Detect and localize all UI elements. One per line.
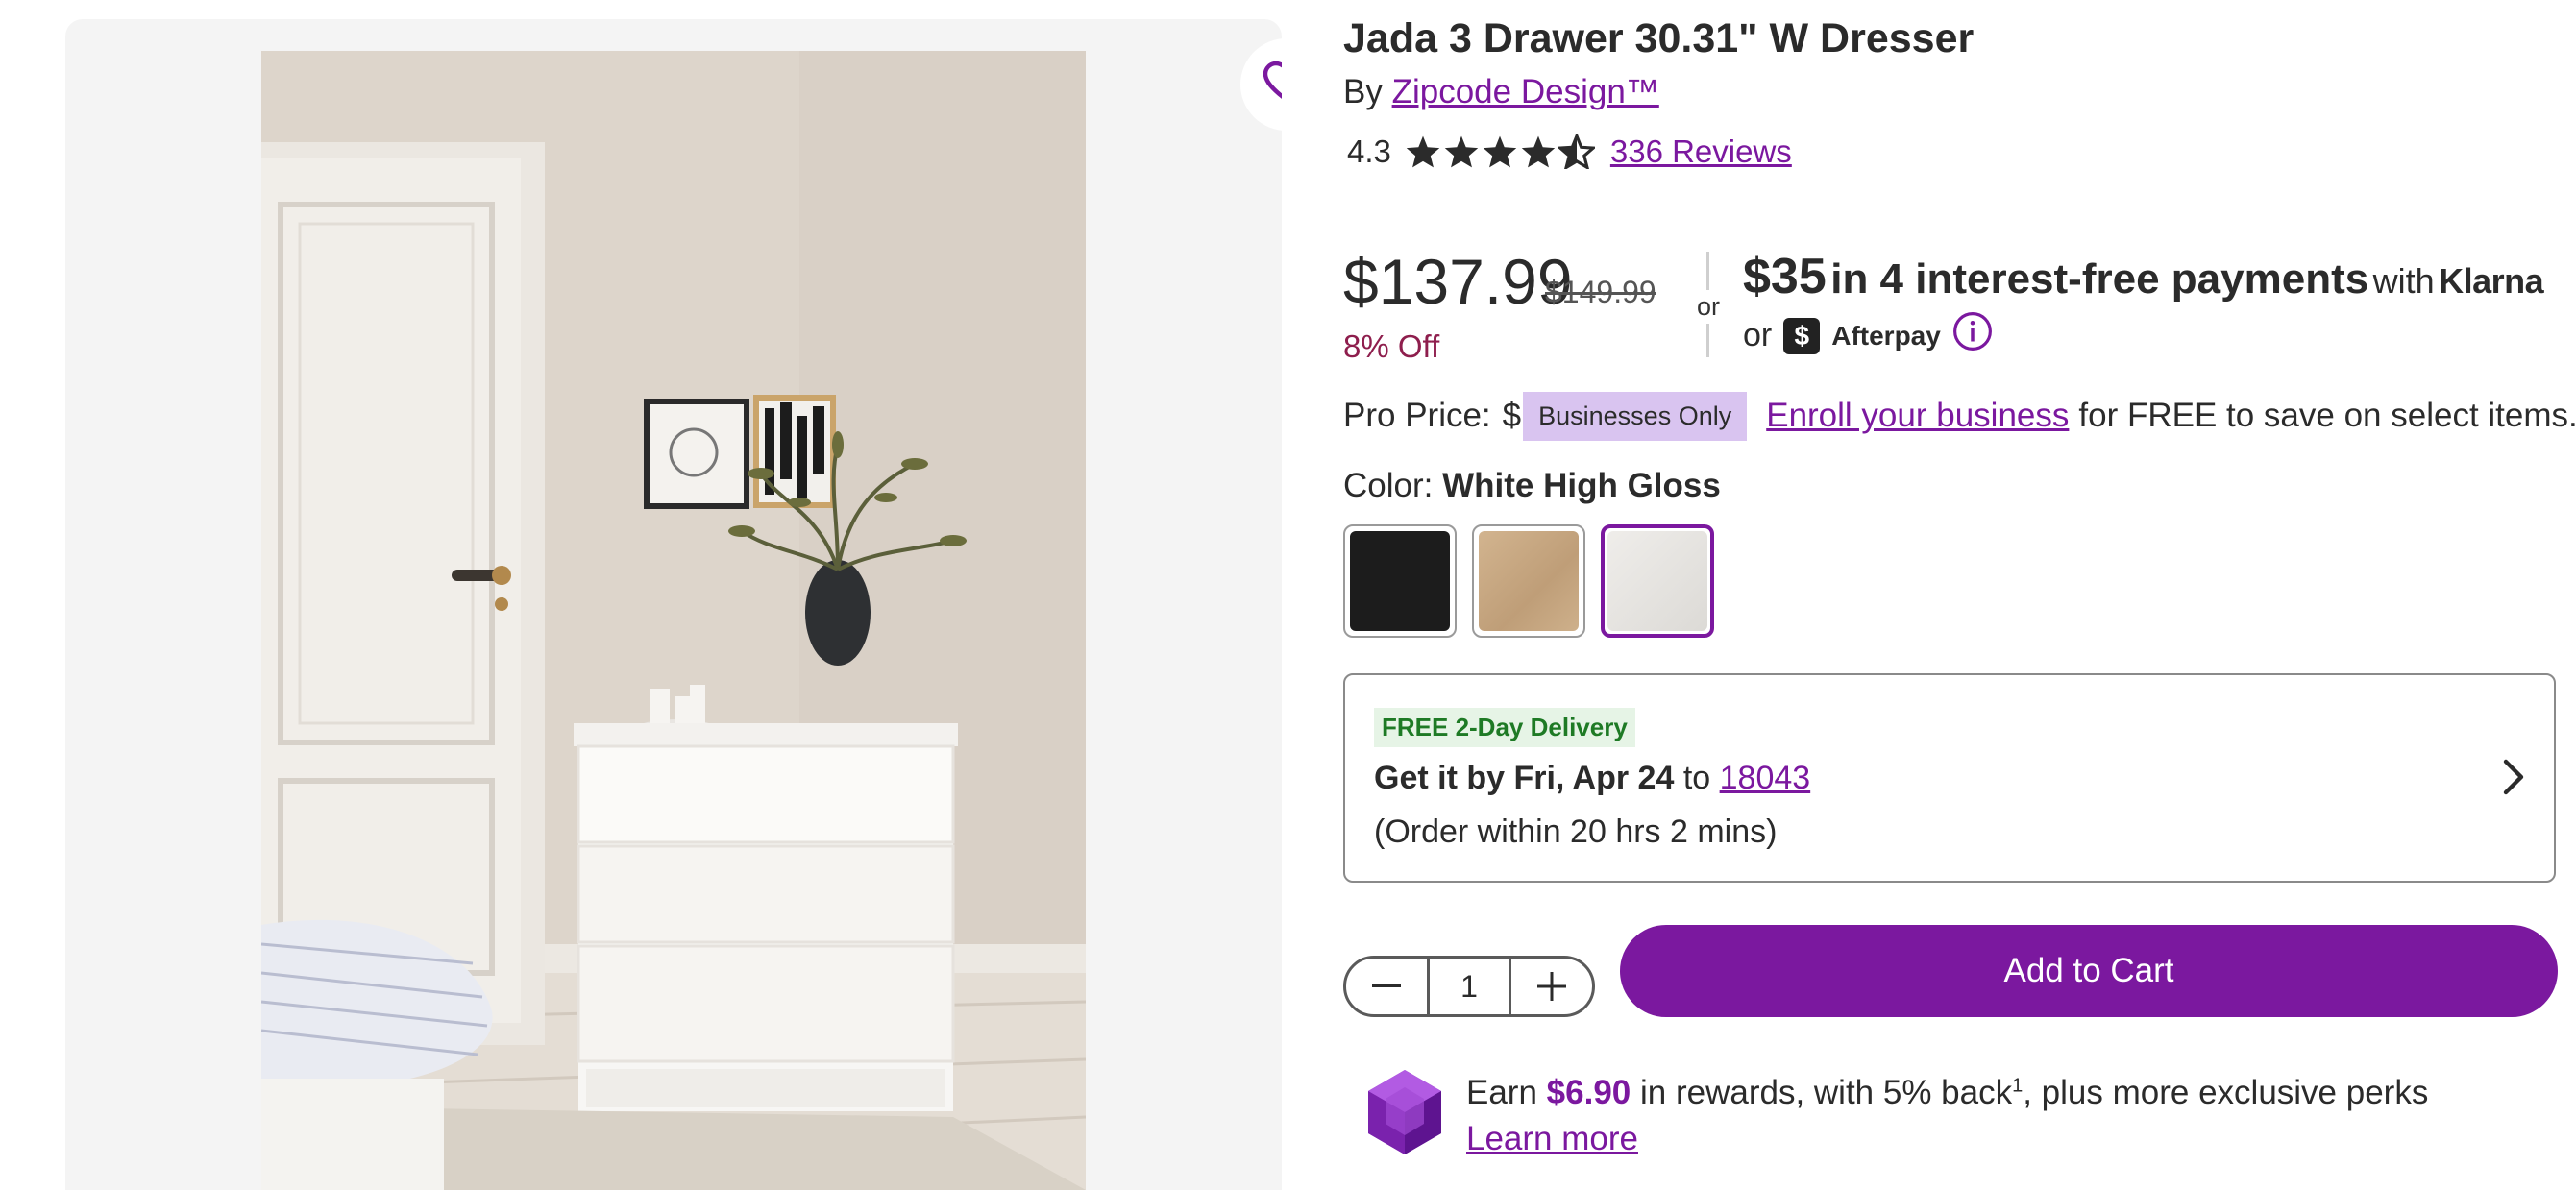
star-full-icon (1483, 135, 1517, 168)
afterpay-icon: $ (1783, 317, 1821, 354)
color-label: Color: White High Gloss (1343, 467, 1721, 505)
swatch-white-high-gloss[interactable] (1601, 524, 1714, 638)
to-label: to (1682, 760, 1711, 796)
order-within: (Order within 20 hrs 2 mins) (1374, 814, 1778, 850)
by-prefix: By (1343, 73, 1383, 110)
heart-icon (1263, 61, 1282, 109)
swatch-fill (1479, 531, 1579, 631)
color-label-prefix: Color: (1343, 467, 1434, 504)
or-label-2: or (1743, 317, 1773, 353)
installment-amount: $35 (1743, 249, 1827, 304)
reviews-link[interactable]: 336 Reviews (1610, 134, 1792, 170)
decrease-quantity-button[interactable] (1346, 959, 1427, 1014)
learn-more-container: Learn more (1466, 1120, 1638, 1158)
pro-price-label: Pro Price: (1343, 397, 1491, 434)
swatch-fill (1607, 531, 1707, 631)
get-it-by: Get it by Fri, Apr 24 (1374, 760, 1675, 796)
plus-icon (1537, 972, 1566, 1001)
swatch-fill (1350, 531, 1450, 631)
rewards-text-b: , plus more exclusive perks (2023, 1074, 2429, 1111)
selected-color: White High Gloss (1442, 467, 1721, 504)
afterpay-name: Afterpay (1831, 320, 1941, 351)
star-full-icon (1521, 135, 1556, 168)
add-to-cart-button[interactable]: Add to Cart (1620, 925, 2558, 1017)
rating-value: 4.3 (1347, 134, 1391, 169)
earn-label: Earn (1466, 1074, 1537, 1111)
favorite-button[interactable] (1240, 38, 1282, 131)
zip-link[interactable]: 18043 (1720, 760, 1811, 796)
rewards-footnote: 1 (2012, 1075, 2024, 1097)
rewards-gem-icon (1366, 1068, 1443, 1161)
quantity-stepper: 1 (1343, 956, 1595, 1017)
learn-more-link[interactable]: Learn more (1466, 1120, 1638, 1157)
color-swatches (1343, 524, 1714, 638)
info-icon[interactable] (1952, 311, 1993, 360)
rewards-amount: $6.90 (1546, 1074, 1631, 1111)
enroll-text: for FREE to save on select items. (2078, 397, 2576, 434)
quantity-value[interactable]: 1 (1427, 959, 1511, 1014)
with-label: with (2372, 261, 2435, 301)
product-info: Jada 3 Drawer 30.31" W Dresser By Zipcod… (1343, 0, 2576, 1190)
brand-link[interactable]: Zipcode Design™ (1392, 73, 1659, 110)
rating-row: 4.3 336 Reviews (1347, 131, 1792, 173)
or-label: or (1697, 290, 1721, 324)
klarna-offer: $35 in 4 interest-free payments with Kla… (1743, 248, 2544, 305)
swatch-natural-oak[interactable] (1472, 524, 1585, 638)
installment-text: in 4 interest-free payments (1830, 255, 2369, 303)
star-full-icon (1444, 135, 1479, 168)
star-full-icon (1406, 135, 1440, 168)
increase-quantity-button[interactable] (1511, 959, 1592, 1014)
rating-stars (1405, 134, 1595, 169)
swatch-black[interactable] (1343, 524, 1457, 638)
delivery-card[interactable]: FREE 2-Day Delivery Get it by Fri, Apr 2… (1343, 673, 2556, 883)
original-price: $149.99 (1545, 275, 1656, 309)
pro-price-masked: $ (1502, 397, 1522, 434)
minus-icon (1372, 984, 1401, 987)
product-image-gallery (65, 19, 1282, 1190)
afterpay-offer: or $ Afterpay (1743, 311, 1993, 360)
discount-label: 8% Off (1343, 328, 1440, 364)
rewards-text-a: in rewards, with 5% back (1640, 1074, 2013, 1111)
pro-price-row: Pro Price: $ Businesses Only Enroll your… (1343, 390, 2576, 442)
free-delivery-badge: FREE 2-Day Delivery (1374, 708, 1635, 747)
chevron-right-icon (2502, 758, 2525, 801)
sale-price: $137.99 (1343, 246, 1573, 317)
enroll-business-link[interactable]: Enroll your business (1766, 397, 2069, 435)
delivery-date: Get it by Fri, Apr 24 to 18043 (1374, 760, 1810, 797)
klarna-logo: Klarna (2439, 261, 2544, 301)
rewards-text: Earn $6.90 in rewards, with 5% back1, pl… (1466, 1074, 2428, 1112)
product-title: Jada 3 Drawer 30.31" W Dresser (1343, 15, 1975, 61)
star-half-icon (1558, 134, 1595, 169)
brand-line: By Zipcode Design™ (1343, 73, 1659, 111)
businesses-only-badge: Businesses Only (1523, 391, 1748, 441)
product-photo[interactable] (261, 51, 1086, 1190)
